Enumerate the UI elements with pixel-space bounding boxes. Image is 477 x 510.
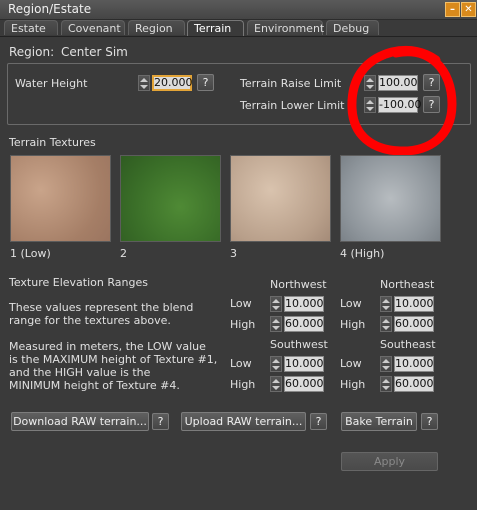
southeast-high-input[interactable]: 60.000 <box>394 376 434 392</box>
texture-label-1: 1 (Low) <box>10 247 51 260</box>
southeast-label: Southeast <box>380 338 436 351</box>
texture-swatch-3[interactable] <box>230 155 331 242</box>
northwest-high-spinner[interactable] <box>270 316 282 332</box>
southwest-low-label: Low <box>230 357 252 370</box>
northwest-low-label: Low <box>230 297 252 310</box>
terrain-textures-title: Terrain Textures <box>9 136 96 149</box>
southwest-high-input[interactable]: 60.000 <box>284 376 324 392</box>
download-raw-terrain-button[interactable]: Download RAW terrain... <box>11 412 149 431</box>
texture-swatch-1[interactable] <box>10 155 111 242</box>
southeast-high-spinner[interactable] <box>380 376 392 392</box>
bake-help-button[interactable]: ? <box>421 413 438 430</box>
northwest-low-input[interactable]: 10.000 <box>284 296 324 312</box>
elevation-desc-line: is the MAXIMUM height of Texture #1, <box>9 353 218 366</box>
northwest-low-spinner[interactable] <box>270 296 282 312</box>
northwest-high-label: High <box>230 318 256 331</box>
annotation-circle <box>347 45 457 156</box>
texture-label-4: 4 (High) <box>340 247 385 260</box>
southwest-high-label: High <box>230 378 256 391</box>
northeast-high-spinner[interactable] <box>380 316 392 332</box>
southeast-high-label: High <box>340 378 366 391</box>
southwest-low-spinner[interactable] <box>270 356 282 372</box>
northeast-high-label: High <box>340 318 366 331</box>
northwest-high-input[interactable]: 60.000 <box>284 316 324 332</box>
southwest-low-input[interactable]: 10.000 <box>284 356 324 372</box>
southwest-label: Southwest <box>270 338 328 351</box>
northeast-high-input[interactable]: 60.000 <box>394 316 434 332</box>
northeast-low-spinner[interactable] <box>380 296 392 312</box>
texture-label-3: 3 <box>230 247 237 260</box>
elevation-ranges-title: Texture Elevation Ranges <box>9 276 148 289</box>
download-help-button[interactable]: ? <box>152 413 169 430</box>
upload-raw-terrain-button[interactable]: Upload RAW terrain... <box>181 412 306 431</box>
apply-button[interactable]: Apply <box>341 452 438 471</box>
elevation-desc-line: MINIMUM height of Texture #4. <box>9 379 180 392</box>
texture-label-2: 2 <box>120 247 127 260</box>
southeast-low-label: Low <box>340 357 362 370</box>
bake-terrain-button[interactable]: Bake Terrain <box>341 412 417 431</box>
elevation-desc-line: These values represent the blend <box>9 301 194 314</box>
southeast-low-input[interactable]: 10.000 <box>394 356 434 372</box>
elevation-desc-line: Measured in meters, the LOW value <box>9 340 206 353</box>
northwest-label: Northwest <box>270 278 327 291</box>
texture-swatch-2[interactable] <box>120 155 221 242</box>
elevation-desc-line: range for the textures above. <box>9 314 171 327</box>
southwest-high-spinner[interactable] <box>270 376 282 392</box>
elevation-desc-line: and the HIGH value is the <box>9 366 151 379</box>
northeast-low-label: Low <box>340 297 362 310</box>
northeast-label: Northeast <box>380 278 435 291</box>
upload-help-button[interactable]: ? <box>310 413 327 430</box>
texture-swatch-4[interactable] <box>340 155 441 242</box>
northeast-low-input[interactable]: 10.000 <box>394 296 434 312</box>
southeast-low-spinner[interactable] <box>380 356 392 372</box>
